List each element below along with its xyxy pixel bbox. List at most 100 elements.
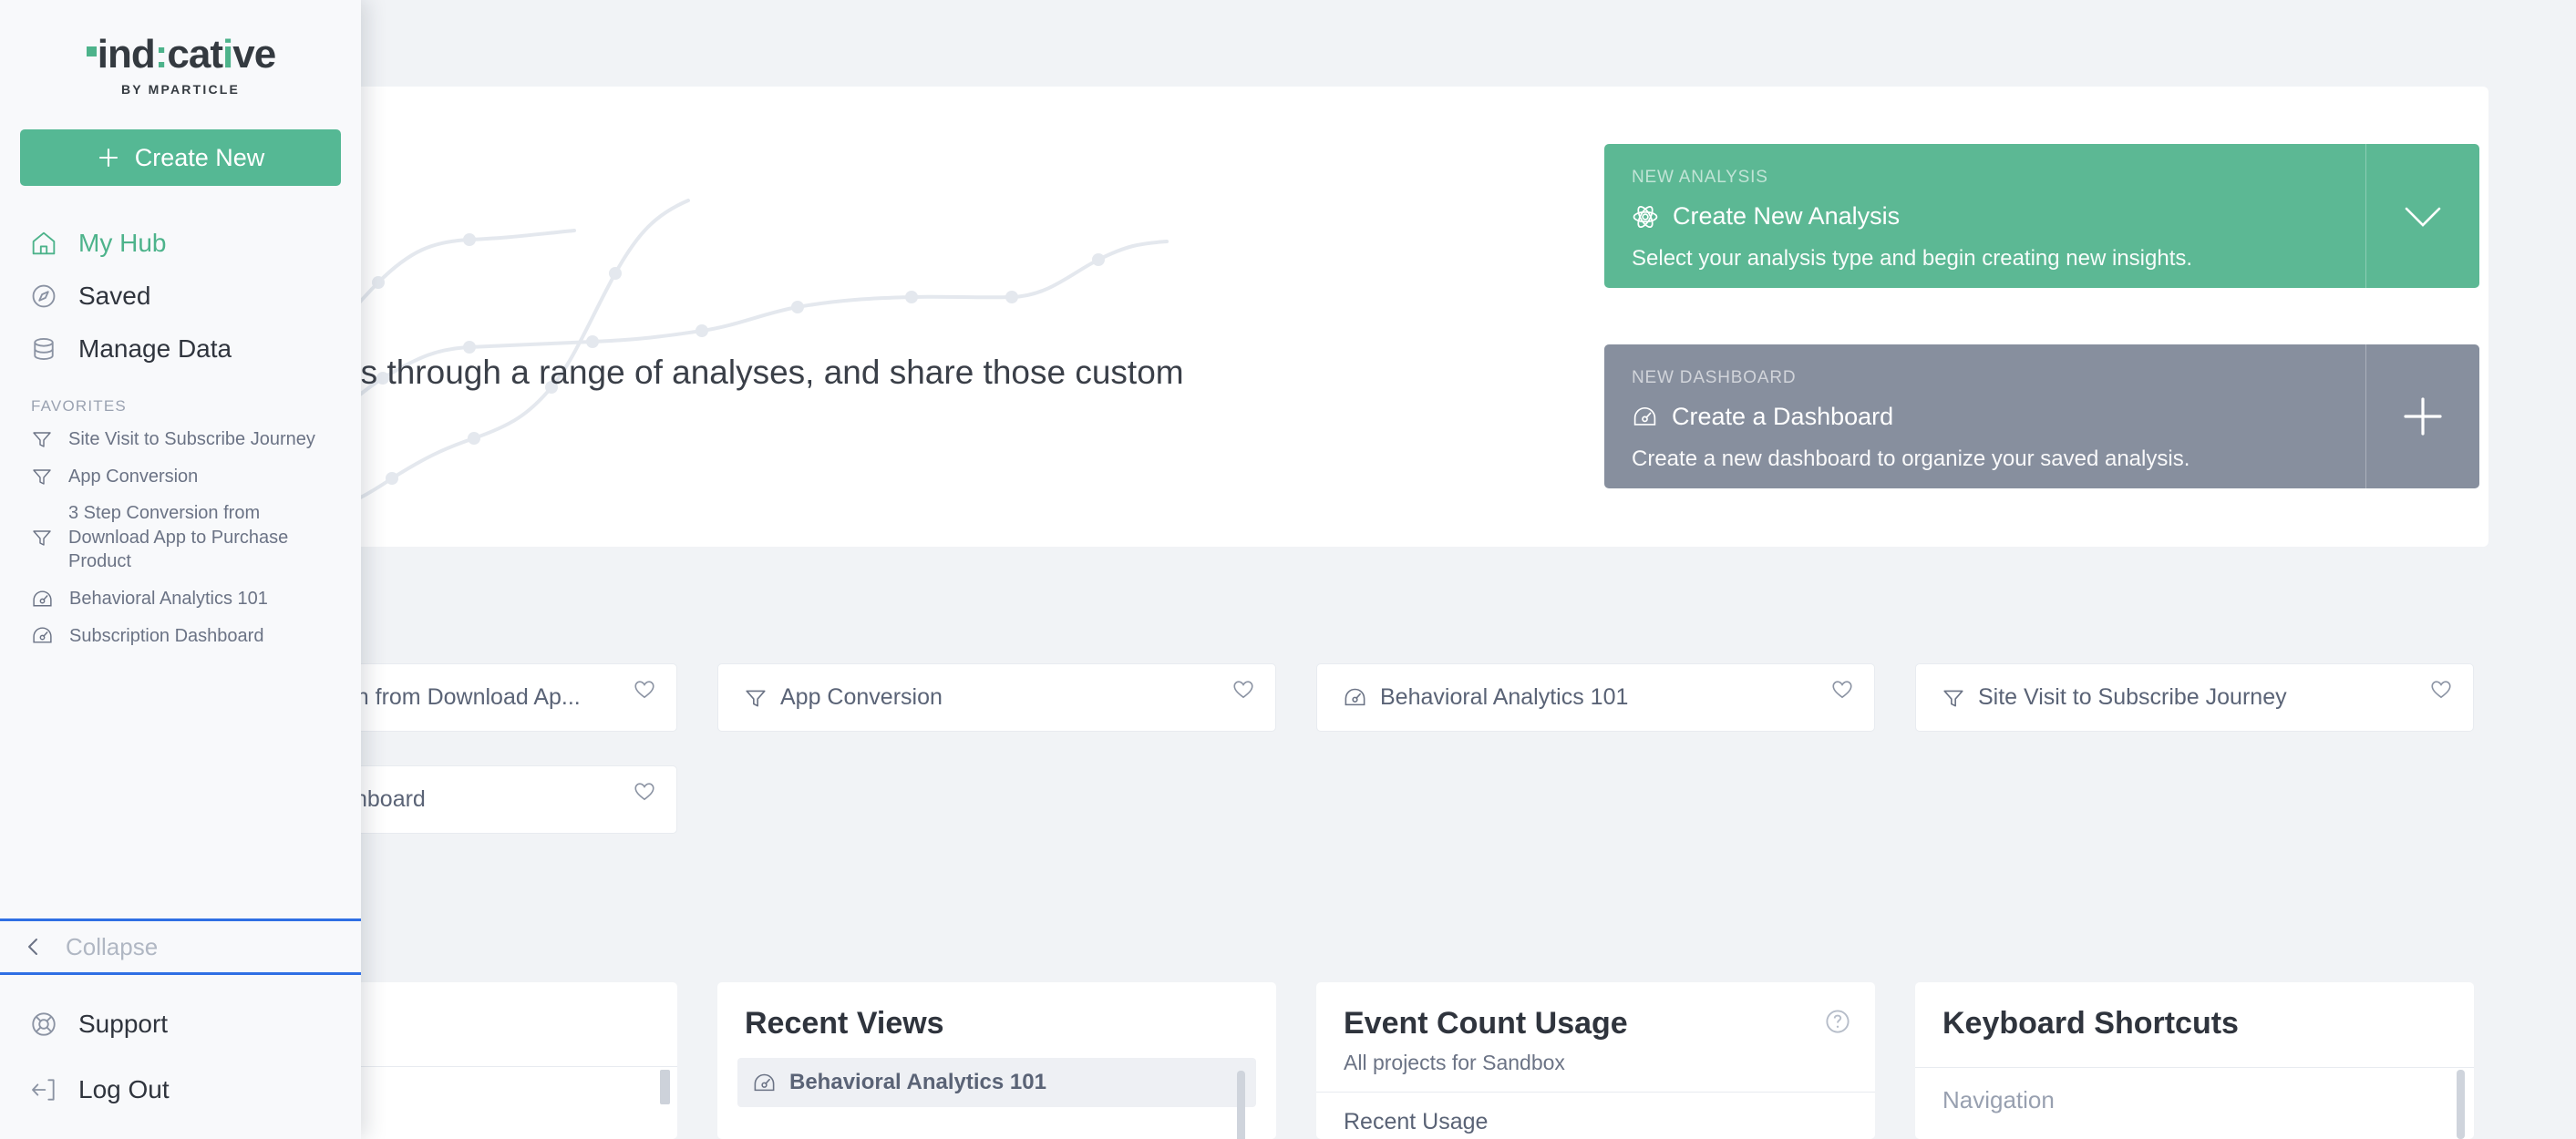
favorite-heart-icon[interactable] [633,677,656,701]
favorite-card[interactable]: Behavioral Analytics 101 [1316,663,1875,732]
question-circle-icon[interactable] [1824,1008,1851,1035]
recent-views-title: Recent Views [745,1006,944,1041]
sidebar-favorite-label: 3 Step Conversion from Download App to P… [68,503,289,572]
chevron-down-icon [2397,198,2448,234]
chevron-left-icon [22,935,46,959]
panel-scrollbar[interactable] [2457,1070,2465,1139]
favorite-card-label: Behavioral Analytics 101 [1380,684,1629,710]
logo-part-3: ve [232,32,276,77]
compass-icon [29,282,58,311]
panel-scrollbar[interactable] [1237,1071,1245,1139]
event-count-usage-title: Event Count Usage [1344,1006,1628,1041]
plus-icon [2396,390,2449,443]
recent-view-label: Behavioral Analytics 101 [789,1070,1046,1094]
favorite-card-label-row: App Conversion [744,684,943,711]
atom-icon [1632,203,1659,231]
create-new-button-label: Create New [134,143,265,171]
sidebar-item-log-out[interactable]: Log Out [0,1057,361,1123]
home-icon [29,229,58,258]
sidebar-nav: My Hub Saved Manage Data FAVORITES Site … [0,217,361,654]
database-icon [29,334,58,364]
gauge-icon [1343,685,1367,710]
sidebar-favorite-label: Subscription Dashboard [69,625,264,646]
sidebar-favorite-item[interactable]: Behavioral Analytics 101 [0,580,361,618]
gauge-icon [1632,404,1658,430]
favorite-heart-icon[interactable] [2429,677,2453,701]
favorite-heart-icon[interactable] [633,779,656,803]
panel-scrollbar[interactable] [660,1070,670,1104]
dashboard-card-title: Create a Dashboard [1672,403,1894,430]
logo-square-icon [86,46,97,56]
create-new-button[interactable]: Create New [20,129,341,186]
analysis-card-description: Select your analysis type and begin crea… [1632,246,2193,271]
keyboard-shortcuts-header: Keyboard Shortcuts [1915,982,2474,1042]
keyboard-shortcuts-panel: Keyboard Shortcuts Navigation [1915,982,2474,1139]
recent-view-item[interactable]: Behavioral Analytics 101 [737,1058,1256,1139]
logo-part-2: cat [167,32,223,77]
event-count-usage-header: Event Count Usage All projects for Sandb… [1316,982,1875,1075]
favorite-heart-icon[interactable] [1231,677,1255,701]
sidebar-item-manage-data[interactable]: Manage Data [0,323,361,375]
dashboard-card-eyebrow: NEW DASHBOARD [1632,368,1797,387]
sidebar-favorites-header: FAVORITES [31,397,127,415]
dashboard-card-description: Create a new dashboard to organize your … [1632,446,2190,471]
favorite-heart-icon[interactable] [1830,677,1854,701]
sidebar-item-label: Support [78,1010,169,1038]
favorite-card-label: Site Visit to Subscribe Journey [1978,684,2287,710]
gauge-icon [31,624,54,647]
logo-wordmark: ind: cat i ve [71,35,290,75]
event-count-usage-subtitle: All projects for Sandbox [1344,1051,1565,1074]
sidebar-item-support[interactable]: Support [0,991,361,1057]
dashboard-card-title-row: Create a Dashboard [1632,403,2338,431]
funnel-icon [31,527,53,549]
gauge-icon [31,588,54,611]
favorite-card[interactable]: App Conversion [717,663,1276,732]
favorite-card-label-row: Site Visit to Subscribe Journey [1942,684,2287,711]
lifebuoy-icon [29,1010,58,1039]
sidebar-item-my-hub[interactable]: My Hub [0,217,361,270]
main-content: on your users through a range of analyse… [0,0,2576,1139]
favorite-card[interactable]: Site Visit to Subscribe Journey [1915,663,2474,732]
sidebar-item-label: My Hub [78,229,167,257]
sidebar-favorite-item[interactable]: Site Visit to Subscribe Journey [0,421,361,458]
collapse-label: Collapse [66,932,159,960]
sidebar-favorite-item[interactable]: 3 Step Conversion from Download App to P… [0,495,361,580]
event-count-usage-panel: Event Count Usage All projects for Sandb… [1316,982,1875,1139]
app-logo: ind: cat i ve BY MPARTICLE [71,35,290,97]
sidebar-item-saved[interactable]: Saved [0,270,361,323]
logout-icon [29,1075,58,1104]
collapse-sidebar-button[interactable]: Collapse [0,918,361,975]
event-count-usage-row-label: Recent Usage [1344,1109,1489,1134]
sidebar-item-label: Log Out [78,1075,170,1103]
funnel-icon [1942,686,1965,710]
funnel-icon [31,466,53,487]
sidebar-favorite-label: App Conversion [68,466,199,487]
sidebar-favorite-label: Behavioral Analytics 101 [69,588,268,609]
logo-dot-icon: i [222,32,233,77]
dashboard-card-add-button[interactable] [2365,344,2479,488]
sidebar-bottom-pad [0,1123,361,1139]
sidebar-favorite-item[interactable]: App Conversion [0,458,361,496]
sidebar-favorite-label: Site Visit to Subscribe Journey [68,429,315,449]
funnel-icon [744,686,768,710]
logo-part-1: ind [97,32,156,77]
recent-views-header: Recent Views [717,982,1276,1042]
analysis-card-eyebrow: NEW ANALYSIS [1632,168,1768,187]
keyboard-shortcuts-title: Keyboard Shortcuts [1942,1006,2239,1041]
favorite-card-label-row: Behavioral Analytics 101 [1343,684,1628,711]
plus-icon [97,146,120,169]
create-new-analysis-card[interactable]: NEW ANALYSIS Create New Analysis Select … [1604,144,2479,288]
sidebar-item-label: Saved [78,282,151,310]
funnel-icon [31,428,53,450]
analysis-card-title: Create New Analysis [1673,202,1901,230]
analysis-card-expand-button[interactable] [2365,144,2479,288]
create-dashboard-card[interactable]: NEW DASHBOARD Create a Dashboard Create … [1604,344,2479,488]
favorite-card-label: App Conversion [780,684,943,710]
dashboard-card-body: NEW DASHBOARD Create a Dashboard Create … [1604,344,2365,488]
analysis-card-title-row: Create New Analysis [1632,202,2338,231]
recent-views-panel: Recent Views Behavioral Analytics 101 [717,982,1276,1139]
logo-tagline: BY MPARTICLE [120,82,241,97]
sidebar: ind: cat i ve BY MPARTICLE Create New My Hu… [0,0,361,1139]
sidebar-favorite-item[interactable]: Subscription Dashboard [0,618,361,655]
